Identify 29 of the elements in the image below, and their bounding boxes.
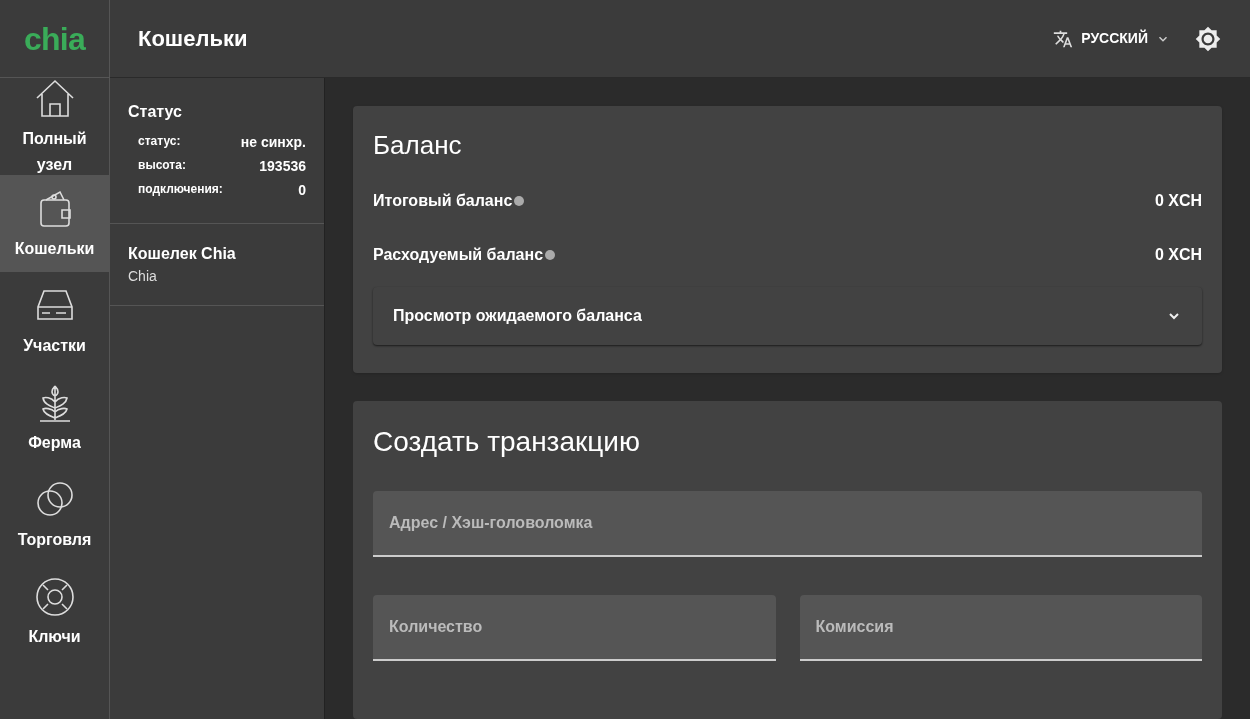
- language-button[interactable]: РУССКИЙ: [1053, 28, 1170, 49]
- settings-button[interactable]: [1194, 24, 1222, 53]
- balance-label: Итоговый баланс: [373, 191, 513, 211]
- page-title: Кошельки: [138, 25, 248, 53]
- status-value: 193536: [259, 157, 306, 176]
- wallet-item[interactable]: Кошелек Chia Chia: [110, 224, 324, 306]
- nav-item[interactable]: Ключи: [0, 563, 109, 660]
- translate-icon: [1053, 28, 1074, 49]
- nav-item[interactable]: Торговля: [0, 466, 109, 563]
- status-value: 0: [298, 181, 306, 200]
- balance-value: 0 XCH: [1154, 245, 1202, 265]
- nav-item[interactable]: Ферма: [0, 369, 109, 466]
- nav-item[interactable]: Участки: [0, 272, 109, 369]
- status-title: Статус: [128, 102, 183, 122]
- address-field[interactable]: Адрес / Хэш-головоломка: [373, 491, 1202, 557]
- amount-field[interactable]: Количество: [373, 595, 776, 661]
- balance-label: Расходуемый баланс: [373, 245, 544, 265]
- status-value: не синхр.: [240, 133, 306, 152]
- nav-item[interactable]: Полный узел: [0, 78, 109, 175]
- status-label: статус:: [138, 133, 181, 150]
- pending-balance-expander[interactable]: Просмотр ожидаемого баланса: [373, 287, 1202, 345]
- fee-field[interactable]: Комиссия: [799, 595, 1202, 661]
- status-label: высота:: [138, 157, 186, 174]
- balance-value: 0 XCH: [1154, 191, 1202, 211]
- status-label: подключения:: [138, 181, 223, 198]
- card-title: Создать транзакцию: [373, 425, 641, 459]
- nav-item[interactable]: Кошельки: [0, 175, 109, 272]
- card-title: Баланс: [373, 129, 463, 162]
- chia-logo: chia: [24, 19, 85, 59]
